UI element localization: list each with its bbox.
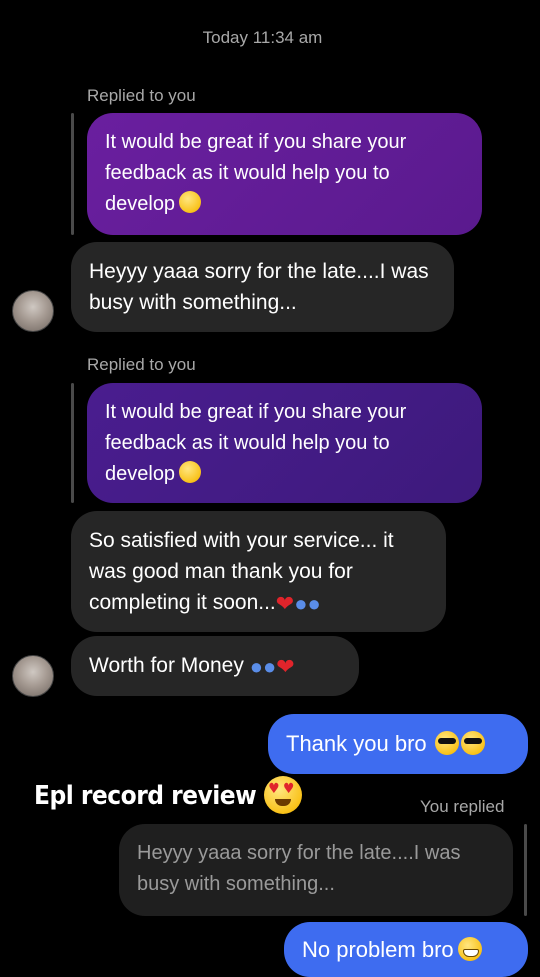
received-message-bubble[interactable]: Heyyy yaaa sorry for the late....I was b… <box>71 242 454 332</box>
smile-emoji-icon <box>179 191 202 213</box>
sunglasses-emoji-icon <box>434 731 459 755</box>
grin-emoji-icon <box>457 937 482 961</box>
avatar[interactable] <box>12 290 54 332</box>
heart-eyes-emoji-icon <box>264 776 303 814</box>
reply-indicator-bar <box>524 824 527 916</box>
message-text: So satisfied with your service... it was… <box>89 529 394 614</box>
quoted-message-bubble[interactable]: It would be great if you share your feed… <box>87 113 482 235</box>
received-message-bubble[interactable]: Worth for Money ●●❤ <box>71 636 359 696</box>
heart-emoji-icon: ❤ <box>275 591 295 616</box>
reply-indicator-bar <box>71 383 74 503</box>
overlay-caption: Epl record review <box>34 776 303 814</box>
heart-emoji-icon: ❤ <box>276 654 295 679</box>
people-emoji-icon: ●● <box>294 591 321 616</box>
quoted-message-text: Heyyy yaaa sorry for the late....I was b… <box>137 842 461 895</box>
people-emoji-icon: ●● <box>249 654 277 679</box>
overlay-caption-text: Epl record review <box>34 781 257 811</box>
sent-message-bubble[interactable]: No problem bro <box>284 922 528 977</box>
message-text: Worth for Money <box>89 654 244 677</box>
replied-to-you-label: Replied to you <box>87 86 196 105</box>
sunglasses-emoji-icon <box>460 731 485 755</box>
timestamp: Today 11:34 am <box>202 28 323 47</box>
replied-to-you-label: Replied to you <box>87 355 196 374</box>
message-text: No problem bro <box>302 937 454 962</box>
reply-indicator-bar <box>71 113 74 235</box>
quoted-message-text: It would be great if you share your feed… <box>105 131 407 215</box>
received-message-bubble[interactable]: So satisfied with your service... it was… <box>71 511 446 632</box>
quoted-message-bubble[interactable]: Heyyy yaaa sorry for the late....I was b… <box>119 824 513 916</box>
smile-emoji-icon <box>179 461 202 483</box>
you-replied-label: You replied <box>420 797 505 816</box>
avatar[interactable] <box>12 655 54 697</box>
message-text: Heyyy yaaa sorry for the late....I was b… <box>89 260 429 314</box>
message-text: Thank you bro <box>286 731 427 756</box>
sent-message-bubble[interactable]: Thank you bro <box>268 714 528 774</box>
quoted-message-text: It would be great if you share your feed… <box>105 401 407 485</box>
quoted-message-bubble[interactable]: It would be great if you share your feed… <box>87 383 482 503</box>
